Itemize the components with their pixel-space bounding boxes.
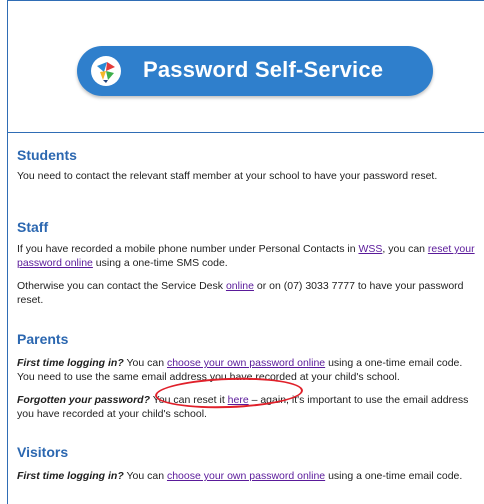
section-students: Students You need to contact the relevan… [17, 147, 477, 183]
staff-p1-text: If you have recorded a mobile phone numb… [17, 243, 359, 255]
heading-parents: Parents [17, 331, 69, 347]
staff-p1-mid: , you can [382, 243, 428, 255]
visitors-p1-after: using a one-time email code. [325, 470, 463, 482]
staff-p2-text: Otherwise you can contact the Service De… [17, 280, 226, 292]
section-parents: Parents First time logging in? You can c… [17, 331, 477, 421]
section-staff: Staff If you have recorded a mobile phon… [17, 219, 477, 307]
parents-paragraph-1: First time logging in? You can choose yo… [17, 356, 477, 384]
parents-p1-text: You can [123, 357, 167, 369]
reset-here-link[interactable]: here [228, 394, 249, 406]
visitors-paragraph-1: First time logging in? You can choose yo… [17, 469, 477, 483]
parents-paragraph-2: Forgotten your password? You can reset i… [17, 393, 477, 421]
parents-p1-bold: First time logging in? [17, 357, 124, 369]
service-desk-online-link[interactable]: online [226, 280, 254, 292]
visitors-p1-bold: First time logging in? [17, 470, 124, 482]
staff-paragraph-1: If you have recorded a mobile phone numb… [17, 242, 477, 270]
parents-p2-text: You can reset it [150, 394, 228, 406]
section-visitors: Visitors First time logging in? You can … [17, 444, 477, 483]
heading-staff: Staff [17, 219, 49, 235]
parents-p2-bold: Forgotten your password? [17, 394, 151, 406]
password-self-service-banner[interactable]: Password Self-Service [77, 46, 433, 96]
page-frame: Password Self-Service Students You need … [7, 0, 484, 504]
banner-area: Password Self-Service [8, 1, 484, 121]
banner-title: Password Self-Service [143, 57, 384, 82]
heading-visitors: Visitors [17, 444, 69, 460]
visitors-choose-password-link[interactable]: choose your own password online [167, 470, 325, 482]
choose-password-online-link[interactable]: choose your own password online [167, 357, 325, 369]
students-text: You need to contact the relevant staff m… [17, 170, 438, 182]
visitors-p1-text: You can [123, 470, 167, 482]
heading-students: Students [17, 147, 77, 163]
logo-icon [91, 56, 121, 86]
staff-p1-after: using a one-time SMS code. [92, 257, 228, 269]
divider [8, 132, 484, 133]
wss-link[interactable]: WSS [358, 243, 382, 255]
staff-paragraph-2: Otherwise you can contact the Service De… [17, 279, 477, 307]
